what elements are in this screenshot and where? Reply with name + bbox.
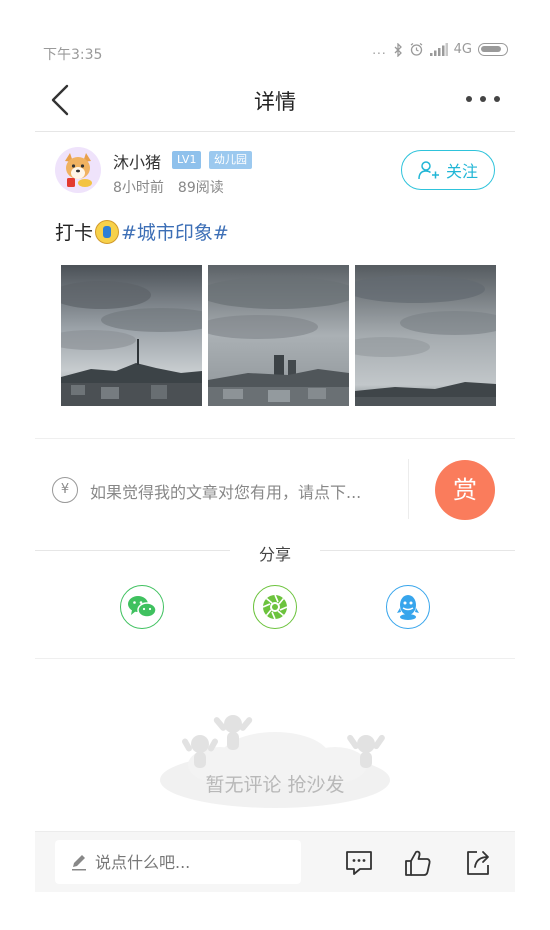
- notification-dots: ...: [372, 42, 387, 57]
- share-label: 分享: [258, 545, 291, 564]
- avatar[interactable]: [55, 147, 101, 193]
- thumbs-up-icon: [405, 850, 431, 876]
- post-time: 8小时前: [113, 180, 164, 196]
- follow-button[interactable]: 关注: [401, 150, 495, 190]
- pen-icon: [72, 855, 86, 871]
- comment-icon: [346, 851, 372, 875]
- divider: [35, 438, 515, 439]
- share-moments-button[interactable]: [253, 585, 297, 629]
- signal-icon: [429, 43, 448, 56]
- qq-icon: [397, 595, 419, 620]
- status-bar: 下午3:35 ... 4G: [0, 0, 550, 72]
- status-icons: ... 4G: [372, 42, 508, 57]
- share-qq-button[interactable]: [386, 585, 430, 629]
- bottom-action-bar: [35, 831, 515, 892]
- divider: [408, 459, 409, 519]
- comment-button[interactable]: [342, 846, 376, 880]
- comment-input-box[interactable]: [55, 840, 301, 884]
- top-nav-bar: 详情: [35, 72, 515, 132]
- like-button[interactable]: [401, 846, 435, 880]
- ice-cream-emoji-icon: [95, 219, 120, 244]
- grade-badge: 幼儿园: [209, 151, 252, 169]
- network-type: 4G: [453, 42, 472, 57]
- divider: [35, 658, 515, 659]
- reward-section: ¥ 如果觉得我的文章对您有用，请点下... 赏: [52, 459, 498, 521]
- post-photo[interactable]: [61, 265, 202, 406]
- city-clouds-photo-2: [208, 265, 349, 406]
- alarm-icon: [410, 42, 423, 56]
- read-count: 89阅读: [177, 180, 224, 196]
- divider: [320, 550, 515, 551]
- level-badge: LV1: [172, 151, 202, 169]
- corgi-avatar-icon: [55, 147, 101, 193]
- wechat-icon: [128, 596, 157, 618]
- bluetooth-icon: [394, 42, 402, 57]
- post-meta: 8小时前 89阅读: [113, 177, 224, 197]
- empty-comments-text: 暂无评论 抢沙发: [205, 774, 345, 796]
- moments-icon: [262, 594, 288, 620]
- author-name[interactable]: 沐小猪: [113, 149, 161, 173]
- battery-icon: [478, 43, 508, 56]
- more-horizontal-icon[interactable]: [463, 86, 503, 112]
- share-wechat-button[interactable]: [120, 585, 164, 629]
- empty-comments: 暂无评论 抢沙发: [160, 710, 390, 810]
- add-user-icon: [418, 161, 439, 180]
- post-photo[interactable]: [355, 265, 496, 406]
- city-clouds-photo-1: [61, 265, 202, 406]
- share-header: 分享: [35, 540, 515, 564]
- topic-tag[interactable]: #城市印象#: [121, 218, 229, 245]
- city-clouds-photo-3: [355, 265, 496, 406]
- photo-grid: [61, 265, 496, 406]
- share-targets: [120, 585, 432, 629]
- comment-input[interactable]: [95, 847, 290, 877]
- status-time: 下午3:35: [43, 47, 103, 63]
- follow-label: 关注: [445, 162, 478, 181]
- share-icon: [467, 851, 489, 875]
- post-photo[interactable]: [208, 265, 349, 406]
- post-text: 打卡: [55, 222, 94, 244]
- author-header: 沐小猪 LV1 幼儿园 8小时前 89阅读 关注: [55, 147, 500, 203]
- yuan-icon: ¥: [52, 477, 78, 503]
- post-content: 打卡 #城市印象#: [55, 218, 229, 245]
- reward-prompt: 如果觉得我的文章对您有用，请点下...: [90, 483, 362, 502]
- reward-button[interactable]: 赏: [435, 460, 495, 520]
- share-button[interactable]: [461, 846, 495, 880]
- page-title: 详情: [254, 90, 296, 114]
